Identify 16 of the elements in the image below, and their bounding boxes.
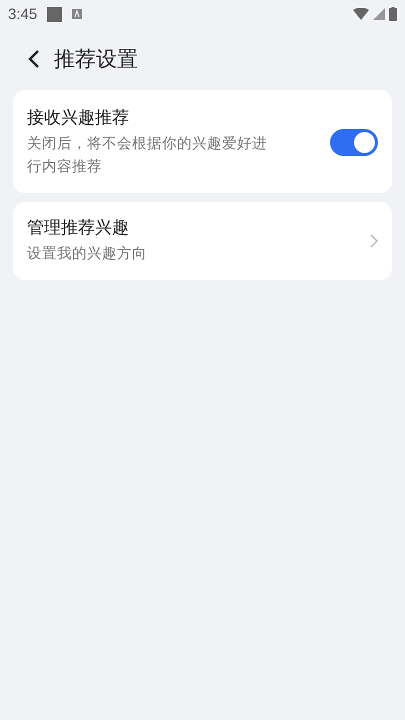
signal-icon [373,8,385,20]
setting-description: 关闭后，将不会根据你的兴趣爱好进行内容推荐 [27,135,268,177]
toggle-switch[interactable] [330,129,378,156]
notification-icon [72,9,82,19]
notification-icon [47,6,62,22]
setting-title: 管理推荐兴趣 [27,217,130,239]
settings-card[interactable]: 管理推荐兴趣 设置我的兴趣方向 [13,202,392,280]
page-title: 推荐设置 [54,46,138,73]
chevron-icon [370,234,378,248]
wifi-icon [353,8,369,20]
status-time: 3:45 [8,6,38,22]
settings-card[interactable]: 接收兴趣推荐 关闭后，将不会根据你的兴趣爱好进行内容推荐 [13,90,392,193]
back-button[interactable] [28,49,40,69]
setting-title: 接收兴趣推荐 [27,107,130,129]
battery-icon [389,7,397,21]
setting-description: 设置我的兴趣方向 [27,244,148,264]
